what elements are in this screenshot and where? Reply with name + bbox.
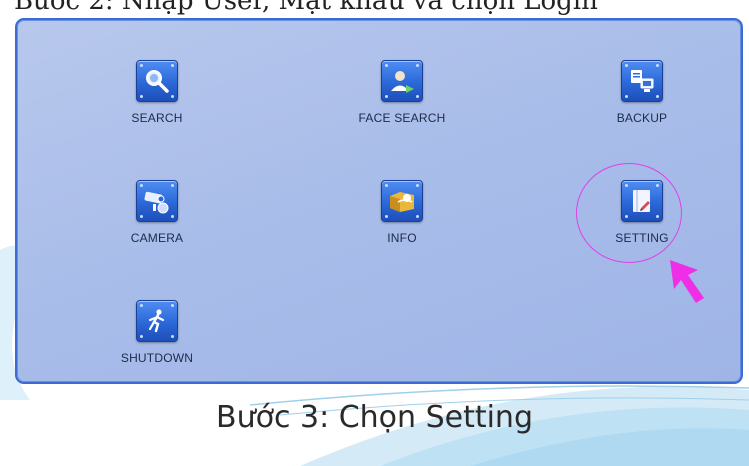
info-icon bbox=[390, 192, 414, 212]
search-icon bbox=[146, 70, 169, 93]
menu-item-info[interactable]: INFO bbox=[332, 180, 472, 245]
menu-item-camera[interactable]: CAMERA bbox=[87, 180, 227, 245]
menu-item-backup[interactable]: BACKUP bbox=[572, 60, 712, 125]
face-search-icon bbox=[391, 71, 414, 93]
step-caption: Bước 3: Chọn Setting bbox=[216, 400, 533, 435]
camera-icon bbox=[144, 191, 169, 214]
menu-item-shutdown[interactable]: SHUTDOWN bbox=[87, 300, 227, 365]
menu-label-shutdown: SHUTDOWN bbox=[120, 351, 194, 365]
menu-label-search: SEARCH bbox=[131, 111, 183, 125]
menu-label-face-search: FACE SEARCH bbox=[358, 111, 446, 125]
backup-icon bbox=[631, 70, 654, 92]
menu-item-search[interactable]: SEARCH bbox=[87, 60, 227, 125]
setting-highlight-circle bbox=[576, 163, 682, 263]
menu-label-backup: BACKUP bbox=[616, 111, 668, 125]
menu-label-info: INFO bbox=[387, 231, 417, 245]
menu-label-camera: CAMERA bbox=[130, 231, 184, 245]
cursor-arrow-icon bbox=[670, 260, 704, 303]
menu-item-face-search[interactable]: FACE SEARCH bbox=[332, 60, 472, 125]
shutdown-icon bbox=[148, 309, 165, 333]
